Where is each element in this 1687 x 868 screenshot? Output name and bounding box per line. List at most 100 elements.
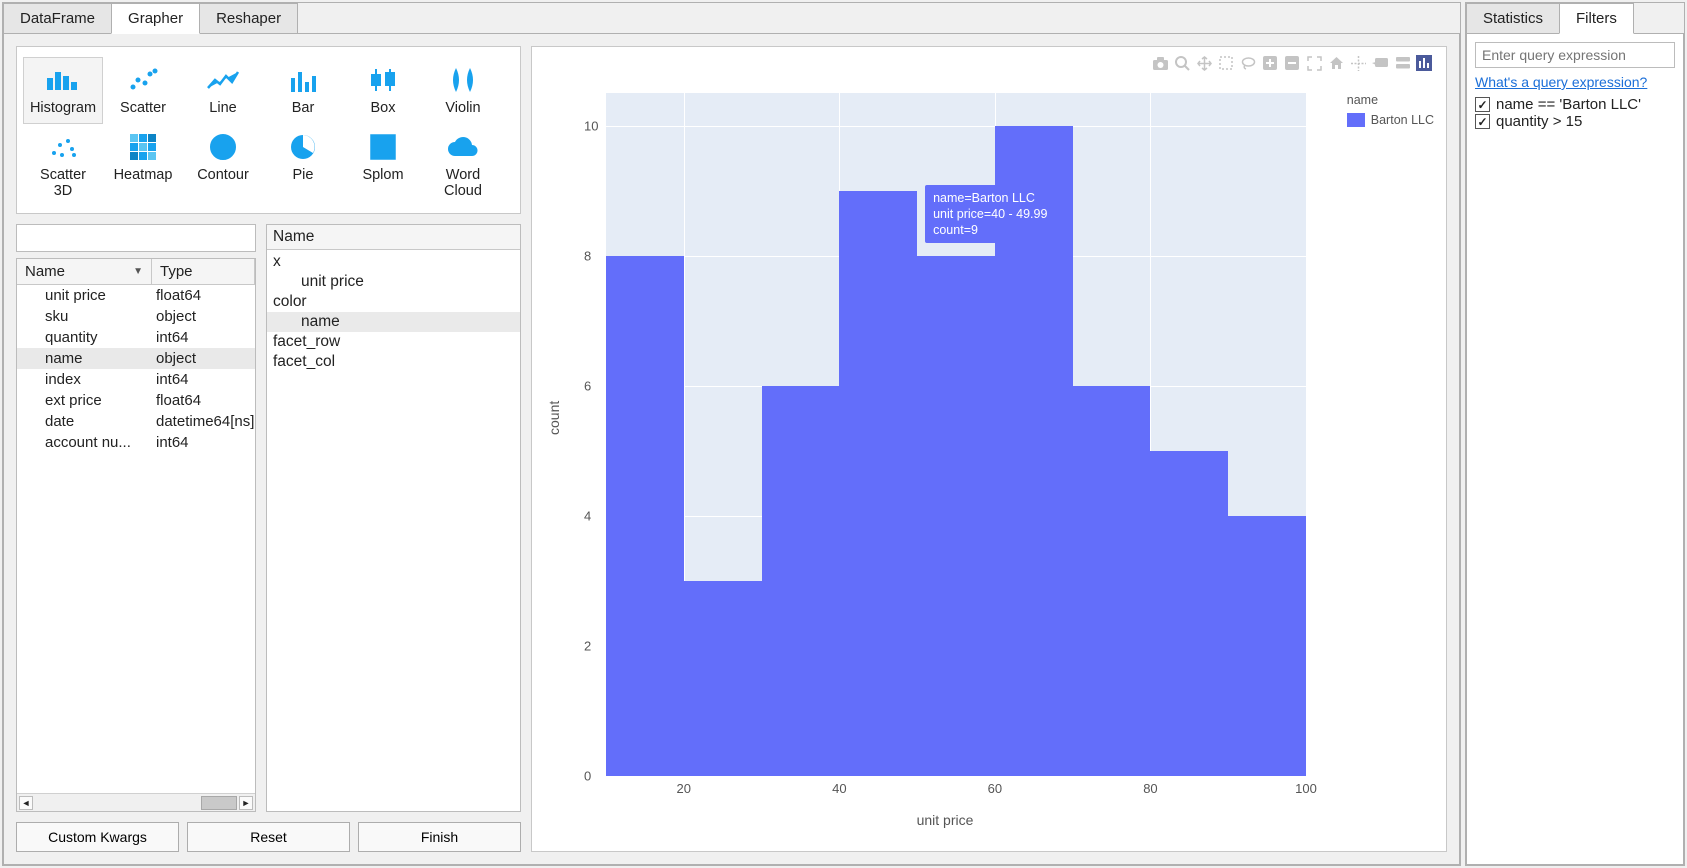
column-row[interactable]: account nu...int64 xyxy=(17,432,255,453)
chart-type-line[interactable]: Line xyxy=(183,57,263,124)
column-row[interactable]: indexint64 xyxy=(17,369,255,390)
splom-icon xyxy=(344,131,422,163)
main-tab-grapher[interactable]: Grapher xyxy=(111,3,200,34)
modebar-plotly-icon[interactable] xyxy=(1416,55,1432,71)
modebar-hover-icon[interactable] xyxy=(1372,55,1388,71)
chart-type-box[interactable]: Box xyxy=(343,57,423,124)
binding-slot-color[interactable]: color xyxy=(273,292,514,312)
modebar-select-icon[interactable] xyxy=(1218,55,1234,71)
modebar-zoomout-icon[interactable] xyxy=(1284,55,1300,71)
histogram-bar[interactable] xyxy=(1228,516,1306,776)
x-tick-label: 80 xyxy=(1143,781,1157,796)
side-tab-filters[interactable]: Filters xyxy=(1559,3,1634,34)
column-header-type-label: Type xyxy=(160,263,193,280)
column-grid[interactable]: Name ▼ Type unit pricefloat64skuobjectqu… xyxy=(16,258,256,812)
column-header-name[interactable]: Name ▼ xyxy=(17,259,152,284)
column-type: int64 xyxy=(152,434,255,451)
chart-type-contour[interactable]: Contour xyxy=(183,124,263,207)
column-grid-header[interactable]: Name ▼ Type xyxy=(17,259,255,285)
hscroll-left-button[interactable]: ◄ xyxy=(19,796,33,810)
chart-type-splom[interactable]: Splom xyxy=(343,124,423,207)
custom-kwargs-button[interactable]: Custom Kwargs xyxy=(16,822,179,852)
chart-type-bar[interactable]: Bar xyxy=(263,57,343,124)
histogram-bar[interactable] xyxy=(917,256,995,776)
main-tab-reshaper[interactable]: Reshaper xyxy=(199,3,298,34)
chart-type-label: Heatmap xyxy=(104,167,182,184)
hscroll-thumb[interactable] xyxy=(201,796,237,810)
chart-type-scatter3d[interactable]: Scatter 3D xyxy=(23,124,103,207)
query-help-link[interactable]: What's a query expression? xyxy=(1475,74,1675,90)
finish-button[interactable]: Finish xyxy=(358,822,521,852)
axis-bindings-tree[interactable]: Name xunit pricecolornamefacet_rowfacet_… xyxy=(266,224,521,812)
action-button-row: Custom Kwargs Reset Finish xyxy=(16,822,521,852)
modebar-autoscale-icon[interactable] xyxy=(1306,55,1322,71)
histogram-bar[interactable] xyxy=(606,256,684,776)
modebar-camera-icon[interactable] xyxy=(1152,55,1168,71)
left-column: HistogramScatterLineBarBoxViolin Scatter … xyxy=(16,46,521,852)
column-row[interactable]: unit pricefloat64 xyxy=(17,285,255,306)
filter-checkbox[interactable]: ✓ xyxy=(1475,114,1490,129)
legend-item[interactable]: Barton LLC xyxy=(1347,113,1434,127)
histogram-bar[interactable] xyxy=(1150,451,1228,776)
binding-value[interactable]: name xyxy=(267,312,520,332)
binding-value[interactable]: unit price xyxy=(273,272,514,292)
modebar-lasso-icon[interactable] xyxy=(1240,55,1256,71)
query-expression-input[interactable] xyxy=(1475,42,1675,68)
app-root: DataFrameGrapherReshaper HistogramScatte… xyxy=(0,0,1687,868)
filter-checkbox[interactable]: ✓ xyxy=(1475,97,1490,112)
side-tab-statistics[interactable]: Statistics xyxy=(1466,3,1560,34)
column-search-input[interactable] xyxy=(16,224,256,252)
axis-bindings-header: Name xyxy=(267,225,520,250)
chart-type-histogram[interactable]: Histogram xyxy=(23,57,103,124)
y-tick-label: 4 xyxy=(584,508,591,523)
chart-type-pie[interactable]: Pie xyxy=(263,124,343,207)
column-header-type[interactable]: Type xyxy=(152,259,255,284)
binding-slot-facet_col[interactable]: facet_col xyxy=(273,352,514,372)
histogram-bar[interactable] xyxy=(762,386,840,776)
modebar-compare-icon[interactable] xyxy=(1394,55,1410,71)
column-grid-hscrollbar[interactable]: ◄ ► xyxy=(17,793,255,811)
reset-button[interactable]: Reset xyxy=(187,822,350,852)
histogram-bar[interactable] xyxy=(1073,386,1151,776)
chart-type-violin[interactable]: Violin xyxy=(423,57,503,124)
plot-area[interactable]: 024681020406080100countunit pricename=Ba… xyxy=(584,93,1306,796)
modebar-zoom-icon[interactable] xyxy=(1174,55,1190,71)
filter-item[interactable]: ✓ quantity > 15 xyxy=(1475,113,1675,130)
tooltip-line: count=9 xyxy=(933,222,1047,238)
modebar-home-icon[interactable] xyxy=(1328,55,1344,71)
violin-icon xyxy=(424,64,502,96)
main-tab-dataframe[interactable]: DataFrame xyxy=(3,3,112,34)
main-panel: DataFrameGrapherReshaper HistogramScatte… xyxy=(2,2,1461,866)
column-row[interactable]: ext pricefloat64 xyxy=(17,390,255,411)
column-row[interactable]: datedatetime64[ns] xyxy=(17,411,255,432)
binding-slot-x[interactable]: x xyxy=(273,252,514,272)
chart-type-cloud[interactable]: Word Cloud xyxy=(423,124,503,207)
chart-type-heatmap[interactable]: Heatmap xyxy=(103,124,183,207)
binding-slot-facet_row[interactable]: facet_row xyxy=(273,332,514,352)
histogram-bar[interactable] xyxy=(839,191,917,776)
column-grid-body[interactable]: unit pricefloat64skuobjectquantityint64n… xyxy=(17,285,255,793)
main-tabbar: DataFrameGrapherReshaper xyxy=(3,3,1460,34)
chart-type-scatter[interactable]: Scatter xyxy=(103,57,183,124)
modebar-spike-icon[interactable] xyxy=(1350,55,1366,71)
column-name: ext price xyxy=(41,392,152,409)
filter-item[interactable]: ✓name == 'Barton LLC' xyxy=(1475,96,1675,113)
box-icon xyxy=(344,64,422,96)
sort-desc-icon: ▼ xyxy=(133,266,143,277)
chart-type-label: Scatter xyxy=(104,100,182,117)
legend-swatch-icon xyxy=(1347,113,1365,127)
hscroll-track[interactable] xyxy=(35,796,237,810)
filter-expression: quantity > 15 xyxy=(1496,113,1582,130)
column-type: datetime64[ns] xyxy=(152,413,255,430)
column-row[interactable]: quantityint64 xyxy=(17,327,255,348)
modebar-pan-icon[interactable] xyxy=(1196,55,1212,71)
histogram-bar[interactable] xyxy=(684,581,762,776)
side-panel: StatisticsFilters What's a query express… xyxy=(1465,2,1685,866)
column-row[interactable]: nameobject xyxy=(17,348,255,369)
hscroll-right-button[interactable]: ► xyxy=(239,796,253,810)
column-name: account nu... xyxy=(41,434,152,451)
y-tick-label: 0 xyxy=(584,769,591,784)
chart-type-label: Contour xyxy=(184,167,262,184)
modebar-zoomin-icon[interactable] xyxy=(1262,55,1278,71)
column-row[interactable]: skuobject xyxy=(17,306,255,327)
